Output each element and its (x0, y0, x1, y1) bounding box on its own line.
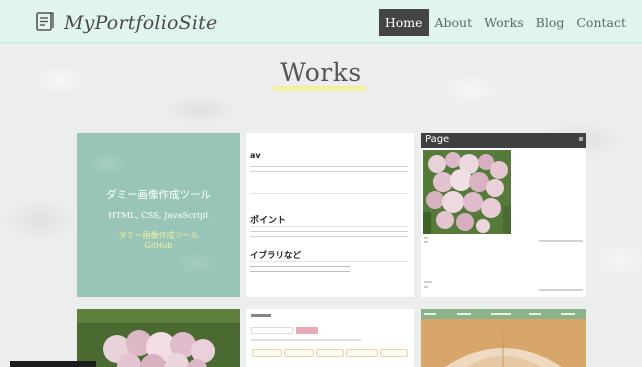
doc-paragraph (250, 230, 408, 240)
post-meta (424, 286, 428, 288)
nav-home[interactable]: Home (378, 9, 429, 36)
form-chip (252, 349, 282, 357)
document-icon (34, 10, 56, 36)
form-chip (316, 349, 344, 357)
card-title: ダミー画像作成ツール (106, 189, 211, 201)
page-header-bar: Page (421, 133, 586, 148)
form-button (296, 327, 318, 334)
work-card-blog-page[interactable]: Page (421, 133, 586, 297)
title-underline (273, 86, 366, 91)
site-title: MyPortfolioSite (64, 12, 218, 34)
site-header: MyPortfolioSite Home About Works Blog Co… (0, 0, 642, 44)
menu-icon (579, 137, 583, 141)
divider (250, 261, 408, 262)
work-card-dummy-image-tool[interactable]: ダミー画像作成ツール HTML, CSS, JavaScript ダミー画像作成… (77, 133, 240, 297)
post-date (539, 240, 583, 242)
doc-paragraph (250, 165, 408, 175)
doc-heading-libraries: イブラリなど (250, 251, 302, 261)
card-link-app[interactable]: ダミー画像作成ツール (77, 230, 240, 241)
page-title: Works (280, 58, 362, 87)
card-link-github[interactable]: GitHub (77, 241, 240, 250)
status-strip (10, 361, 96, 367)
work-card-flower-photo[interactable] (77, 309, 240, 367)
post-meta (424, 237, 428, 239)
doc-heading-points: ポイント (250, 216, 287, 226)
nav-contact[interactable]: Contact (570, 9, 632, 36)
site-nav-bar (421, 309, 586, 319)
nav-about[interactable]: About (429, 9, 479, 36)
doc-heading: av (250, 151, 261, 160)
doc-paragraph (250, 265, 350, 275)
nav-works[interactable]: Works (478, 9, 530, 36)
site-logo[interactable]: MyPortfolioSite (34, 10, 217, 36)
nav-blog[interactable]: Blog (530, 9, 571, 36)
form-note (251, 339, 361, 341)
form-heading (251, 313, 271, 319)
work-card-document-screenshot[interactable]: av ポイント イブラリなど (246, 133, 414, 297)
work-card-form-ui[interactable] (246, 309, 414, 367)
divider (250, 193, 408, 194)
form-chip (346, 349, 378, 357)
divider (250, 226, 408, 227)
hydrangea-photo (77, 309, 240, 367)
post-meta (424, 281, 432, 283)
post-date (539, 289, 583, 291)
tent-photo (444, 331, 562, 367)
card-tech-stack: HTML, CSS, JavaScript (108, 211, 209, 221)
form-chip (284, 349, 314, 357)
hydrangea-photo (423, 150, 511, 234)
form-input (251, 327, 293, 334)
main-nav: Home About Works Blog Contact (378, 9, 632, 36)
work-card-tent-site[interactable] (421, 309, 586, 367)
post-meta (424, 241, 428, 243)
form-chip (380, 349, 408, 357)
page-header-title: Page (425, 134, 450, 145)
